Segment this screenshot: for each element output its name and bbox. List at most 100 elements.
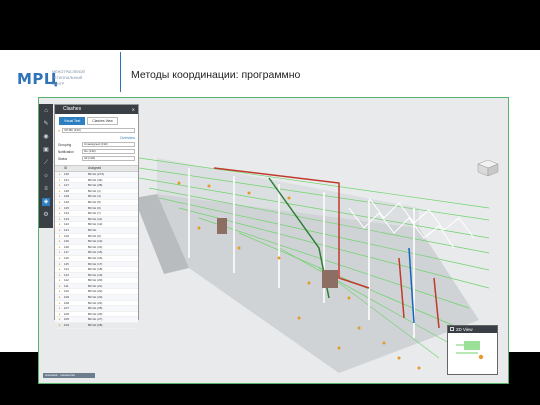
grouping-select[interactable]: Unassigned (132) [82, 141, 135, 148]
selected-test-row[interactable]: ● VP-ВК (132) [55, 127, 138, 134]
clash-status [74, 234, 88, 239]
pencil-icon[interactable]: ✎ [42, 120, 50, 128]
warning-icon: ● [58, 306, 61, 311]
clash-id: 106 [64, 311, 70, 316]
minimap-header: 2D View [448, 326, 497, 333]
warning-icon: ● [58, 194, 61, 199]
selected-test[interactable]: VP-ВК (132) [62, 127, 135, 134]
warning-icon: ● [58, 239, 61, 244]
clash-status [74, 256, 88, 261]
clash-assigned: ВК list (20) [88, 278, 103, 283]
clash-id: 129 [64, 194, 70, 199]
clash-assigned: ВК list (11) [88, 216, 103, 221]
tab-clashes-view[interactable]: Clashes View [87, 117, 118, 125]
title-divider [120, 52, 121, 92]
logo: МРЦ МЕЖОТРАСЛЕВОЙ РЕГИОНАЛЬНЫЙ ЦЕНТР [17, 70, 85, 89]
clash-status [74, 211, 88, 216]
clash-status [74, 245, 88, 250]
clash-assigned: ВК list (17) [88, 261, 103, 266]
warning-icon: ● [58, 233, 61, 238]
clash-status [74, 295, 88, 300]
warning-icon: ● [58, 177, 61, 182]
clash-assigned: ВК list (6) [88, 205, 101, 210]
sun-icon[interactable]: ☼ [42, 172, 50, 180]
navisworks-viewport[interactable]: ⌂ ✎ ◉ ▣ ⟋ ☼ ≡ ◈ ⚙ Clashes ✕ Visual Test … [38, 97, 509, 384]
field-label: Status [58, 156, 68, 161]
warning-icon: ● [58, 311, 61, 316]
warning-icon: ● [58, 267, 61, 272]
clash-assigned: ВК list (18) [88, 267, 103, 272]
clash-id: 109 [64, 295, 70, 300]
clashes-panel-header: Clashes ✕ [55, 105, 138, 114]
minimap-title: 2D View [456, 327, 473, 332]
minimap-2d-view[interactable]: 2D View [447, 325, 498, 375]
clash-id: 117 [64, 250, 69, 255]
clash-assigned: ВК list (4) [88, 194, 101, 199]
clash-status [74, 189, 88, 194]
home-icon[interactable]: ⌂ [42, 107, 50, 115]
clash-status [74, 317, 88, 322]
layers-icon[interactable]: ≡ [42, 185, 50, 193]
camera-icon[interactable]: ▣ [42, 146, 50, 154]
close-icon[interactable]: ✕ [132, 105, 135, 114]
clash-id: 111 [64, 283, 69, 288]
slide-title: Методы координации: программно [131, 69, 301, 81]
clash-id: 126 [64, 199, 70, 204]
clash-id: 130 [64, 172, 70, 176]
warning-icon: ● [58, 289, 61, 294]
clashes-panel-title: Clashes [63, 106, 82, 112]
column-header [74, 166, 88, 171]
clash-icon[interactable]: ◈ [42, 198, 50, 206]
clash-assigned: ВК list (28) [88, 323, 103, 328]
clash-status [74, 183, 88, 188]
table-row[interactable]: ● 104 ВК list (28) [55, 323, 138, 329]
clash-assigned: ВК list (14) [88, 244, 103, 249]
warning-icon: ● [58, 283, 61, 288]
clash-grid-header: ID Assigned [55, 165, 138, 172]
viewcube-icon[interactable] [474, 158, 502, 178]
equipment [217, 218, 227, 234]
warning-icon: ● [58, 255, 61, 260]
warning-icon: ● [58, 272, 61, 277]
clash-assigned: ВК list (6) [88, 233, 101, 238]
warning-icon: ● [58, 216, 61, 221]
column-header[interactable]: Assigned [88, 166, 138, 171]
clash-assigned: ВК list (26) [88, 311, 103, 316]
column-header[interactable]: ID [64, 166, 74, 171]
clash-id: 128 [64, 188, 70, 193]
status-bar: Autodesk · navisworks [43, 373, 95, 378]
clash-status [74, 228, 88, 233]
tab-visual-test[interactable]: Visual Test [59, 117, 86, 125]
clash-tabs: Visual Test Clashes View [55, 114, 138, 127]
clash-status [74, 217, 88, 222]
clash-status [74, 267, 88, 272]
clash-assigned: ВК list (274) [88, 172, 105, 176]
warning-icon: ● [58, 211, 61, 216]
overview-link[interactable]: Overview [120, 136, 135, 140]
clash-status [74, 194, 88, 199]
clash-id: 119 [64, 239, 69, 244]
clash-id: 122 [64, 222, 70, 227]
warning-icon: ● [58, 188, 61, 193]
clash-assigned: ВК list [88, 227, 97, 232]
map-icon [450, 327, 454, 331]
clash-id: 113 [64, 272, 69, 277]
floor-slab [157, 194, 479, 373]
warning-icon: ● [58, 278, 61, 283]
column-header[interactable] [55, 166, 64, 171]
field-row: Grouping Unassigned (132) [55, 141, 138, 148]
clash-id: 116 [64, 255, 69, 260]
eye-icon[interactable]: ◉ [42, 133, 50, 141]
clash-status [74, 239, 88, 244]
clash-status [74, 289, 88, 294]
clash-status [74, 278, 88, 283]
clash-id: 107 [64, 306, 70, 311]
clash-id: 124 [64, 211, 70, 216]
warning-icon: ● [58, 244, 61, 249]
warning-icon: ● [58, 317, 61, 322]
ruler-icon[interactable]: ⟋ [42, 159, 50, 167]
status-select[interactable]: All (132) [82, 155, 135, 162]
warning-icon: ● [58, 205, 61, 210]
notification-select[interactable]: No (132) [82, 148, 135, 155]
settings-icon[interactable]: ⚙ [42, 211, 50, 219]
